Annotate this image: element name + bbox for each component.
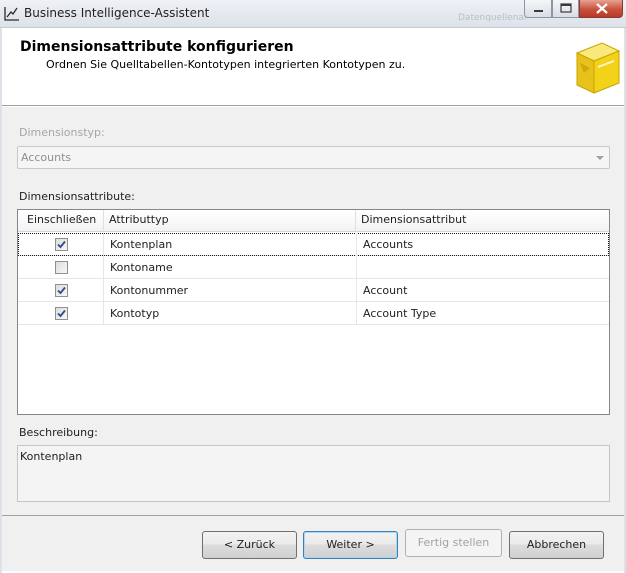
finish-button[interactable]: Fertig stellen <box>405 529 502 557</box>
attribute-type-cell: Kontoname <box>110 261 173 274</box>
cell-divider <box>356 302 357 325</box>
maximize-icon <box>560 3 572 13</box>
description-box: Kontenplan <box>17 445 610 502</box>
window-title: Business Intelligence-Assistent <box>24 6 210 20</box>
title-bar[interactable]: Business Intelligence-Assistent Datenque… <box>0 0 626 28</box>
dimension-attribute-cell[interactable]: Account Type <box>363 302 436 325</box>
include-cell <box>18 302 104 325</box>
cancel-button[interactable]: Abbrechen <box>509 531 604 559</box>
back-button[interactable]: < Zurück <box>202 531 297 559</box>
dimension-type-value: Accounts <box>21 151 72 164</box>
next-button[interactable]: Weiter > <box>303 531 398 559</box>
table-row[interactable]: Kontotyp Account Type <box>18 302 609 325</box>
table-row[interactable]: Kontenplan Accounts <box>18 233 609 256</box>
column-header-attribute-type[interactable]: Attributtyp <box>104 210 356 232</box>
maximize-button[interactable] <box>552 0 579 18</box>
close-button[interactable] <box>579 0 623 18</box>
wizard-header: Dimensionsattribute konfigurieren Ordnen… <box>2 29 624 106</box>
attribute-type-cell: Kontonummer <box>110 284 189 297</box>
include-cell <box>18 256 104 279</box>
table-row[interactable]: Kontoname <box>18 256 609 279</box>
chart-icon <box>4 7 19 21</box>
minimize-button[interactable] <box>524 0 552 18</box>
include-checkbox[interactable] <box>55 261 68 274</box>
dimension-attribute-cell[interactable]: Account <box>363 279 407 302</box>
attribute-type-cell: Kontotyp <box>110 307 160 320</box>
description-text: Kontenplan <box>20 450 83 463</box>
include-cell <box>18 233 104 256</box>
dimension-attributes-label: Dimensionsattribute: <box>19 190 135 203</box>
column-header-dimension-attribute[interactable]: Dimensionsattribut <box>356 210 609 232</box>
column-header-include[interactable]: Einschließen <box>18 210 104 232</box>
cell-divider <box>356 233 357 256</box>
cube-icon <box>575 42 621 94</box>
chevron-down-icon <box>596 156 604 160</box>
include-checkbox[interactable] <box>55 238 68 251</box>
checkmark-icon <box>57 240 66 249</box>
wizard-footer: < Zurück Weiter > Fertig stellen Abbrech… <box>2 515 624 571</box>
checkmark-icon <box>57 309 66 318</box>
checkmark-icon <box>57 286 66 295</box>
minimize-icon <box>534 10 543 12</box>
include-checkbox[interactable] <box>55 284 68 297</box>
dimension-type-label: Dimensionstyp: <box>19 126 105 139</box>
include-checkbox[interactable] <box>55 307 68 320</box>
page-title: Dimensionsattribute konfigurieren <box>20 39 294 55</box>
attributes-grid[interactable]: Einschließen Attributtyp Dimensionsattri… <box>17 209 610 415</box>
dimension-type-select[interactable]: Accounts <box>17 146 610 169</box>
background-window-title: Datenquellenan <box>458 13 528 23</box>
table-row[interactable]: Kontonummer Account <box>18 279 609 302</box>
close-icon <box>596 3 608 14</box>
attribute-type-cell: Kontenplan <box>110 238 173 251</box>
wizard-body: Dimensionstyp: Accounts Dimensionsattrib… <box>2 107 624 515</box>
page-subtitle: Ordnen Sie Quelltabellen-Kontotypen inte… <box>46 58 406 71</box>
cell-divider <box>356 256 357 279</box>
include-cell <box>18 279 104 302</box>
cell-divider <box>356 279 357 302</box>
description-label: Beschreibung: <box>19 426 98 439</box>
dimension-attribute-cell[interactable]: Accounts <box>363 233 413 256</box>
